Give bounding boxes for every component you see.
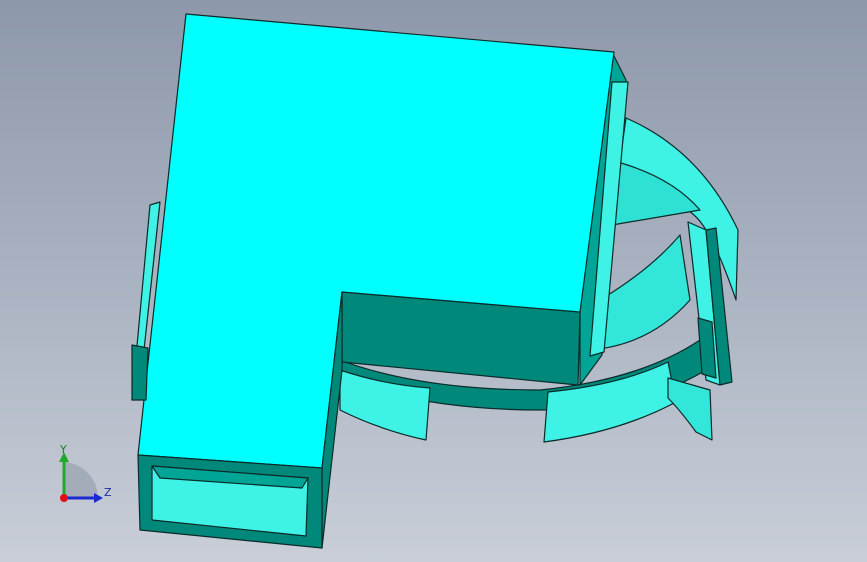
orientation-triad[interactable]: Y Z: [40, 438, 120, 518]
origin-icon: [60, 494, 68, 502]
triad-plane-icon: [64, 462, 99, 498]
cad-viewport[interactable]: Y Z: [0, 0, 867, 562]
right-bracket-lower: [667, 377, 713, 441]
left-fin-side: [131, 344, 149, 401]
y-axis-label: Y: [60, 443, 67, 456]
3d-model-view[interactable]: [0, 0, 867, 562]
z-axis-label: Z: [104, 486, 112, 499]
triad-graphic: [59, 452, 103, 503]
